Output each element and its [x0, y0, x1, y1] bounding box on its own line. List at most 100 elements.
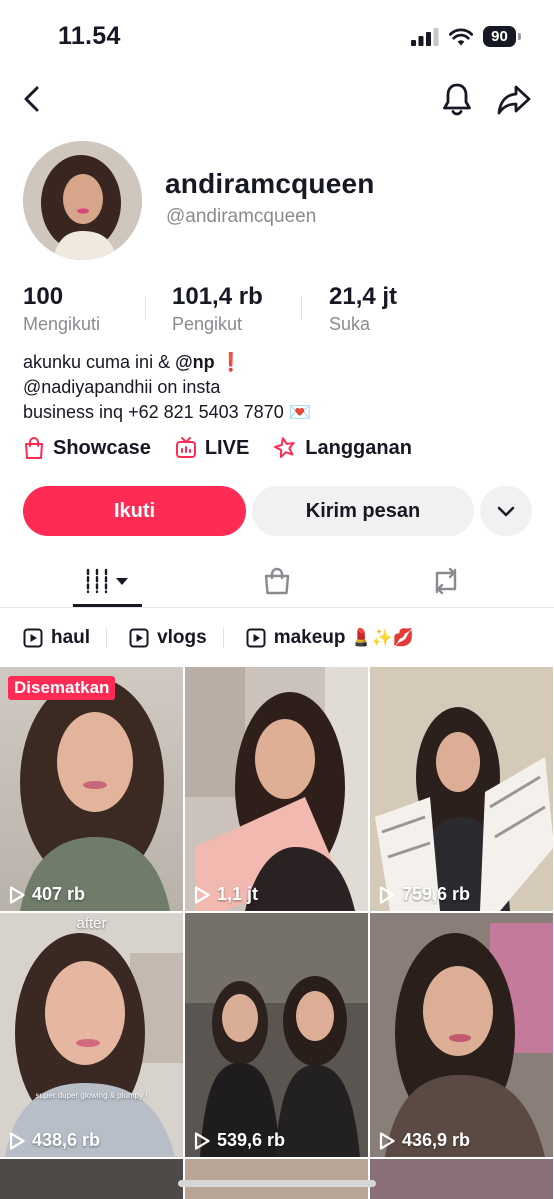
video-thumbnail-image: [370, 667, 553, 911]
suggested-accounts-button[interactable]: [480, 486, 532, 536]
bio-line-2: @nadiyapandhii on insta: [23, 377, 221, 397]
chevron-down-icon: [497, 506, 515, 517]
playlist-play-icon: [129, 628, 149, 648]
video-thumbnail[interactable]: [370, 1159, 553, 1199]
send-message-button[interactable]: Kirim pesan: [252, 486, 474, 536]
video-thumbnail-image: [370, 913, 553, 1157]
showcase-link[interactable]: Showcase: [23, 436, 151, 460]
stat-label: Suka: [329, 314, 371, 334]
video-thumbnail[interactable]: 1,1 jt: [185, 667, 368, 911]
avatar-photo: [23, 141, 142, 260]
play-outline-icon: [194, 1131, 210, 1150]
playlist-emoji: 💄✨💋: [350, 628, 415, 648]
subscription-link[interactable]: Langganan: [273, 436, 412, 460]
bio-text: akunku cuma ini &: [23, 352, 176, 372]
bio-line-1: akunku cuma ini & @np ❗: [23, 350, 311, 375]
view-count: 759,6 rb: [378, 884, 470, 905]
shop-bag-icon: [264, 567, 290, 595]
video-thumbnail[interactable]: 539,6 rb: [185, 913, 368, 1157]
video-thumbnail[interactable]: [0, 1159, 183, 1199]
video-overlay-text: after: [76, 915, 107, 932]
battery-indicator: 90: [483, 26, 521, 47]
view-count-value: 539,6 rb: [217, 1130, 286, 1150]
stat-following[interactable]: 100 Mengikuti: [23, 283, 100, 335]
view-count: 1,1 jt: [193, 884, 258, 905]
username-handle: @andiramcqueen: [166, 206, 317, 227]
home-indicator[interactable]: [178, 1180, 376, 1187]
link-label: Langganan: [305, 436, 412, 459]
status-icons: 90: [411, 26, 521, 47]
stat-value: 100: [23, 283, 64, 310]
playlist-label: vlogs: [157, 627, 207, 648]
playlist-label: makeup: [273, 627, 346, 648]
bio-text: business inq +62 821 5403 7870: [23, 402, 284, 422]
repost-icon: [435, 567, 457, 595]
video-thumbnail[interactable]: 436,9 rb: [370, 913, 553, 1157]
video-thumbnail-image: [185, 913, 368, 1157]
subscription-star-icon: [274, 437, 295, 459]
play-outline-icon: [9, 1131, 25, 1150]
shopping-bag-icon: [25, 437, 43, 459]
view-count: 407 rb: [8, 884, 85, 905]
playlist-play-icon: [246, 628, 266, 648]
video-thumbnail[interactable]: 759,6 rb: [370, 667, 553, 911]
video-thumbnail[interactable]: after super duper glowing & plumpy ! 438…: [0, 913, 183, 1157]
stat-label: Mengikuti: [23, 314, 101, 334]
view-count: 539,6 rb: [193, 1130, 285, 1151]
link-label: Showcase: [53, 436, 151, 459]
tab-shop[interactable]: [185, 555, 369, 607]
content-tabs: [0, 555, 554, 608]
play-outline-icon: [194, 885, 210, 904]
bio-line-3: business inq +62 821 5403 7870 💌: [23, 400, 311, 425]
playlist-vlogs[interactable]: vlogs: [129, 627, 207, 649]
video-thumbnail-image: [0, 667, 183, 911]
stat-value: 21,4 jt: [329, 283, 398, 310]
video-thumbnail[interactable]: [185, 1159, 368, 1199]
avatar[interactable]: [23, 141, 142, 260]
stat-divider: [301, 296, 302, 320]
play-outline-icon: [379, 885, 395, 904]
view-count: 436,9 rb: [378, 1130, 470, 1151]
stat-label: Pengikut: [172, 314, 243, 334]
grid-icon: [86, 568, 128, 594]
bell-icon: [443, 83, 471, 116]
playlist-divider: [106, 628, 108, 648]
view-count: 438,6 rb: [8, 1130, 100, 1151]
profile-bio: akunku cuma ini & @np ❗ @nadiyapandhii o…: [23, 350, 311, 425]
active-tab-indicator: [73, 604, 142, 607]
top-nav: [0, 74, 554, 124]
playlist-divider: [222, 628, 224, 648]
tab-reposts[interactable]: [354, 555, 538, 607]
stat-followers[interactable]: 101,4 rb Pengikut: [172, 283, 263, 335]
bio-mention-link[interactable]: @np: [175, 352, 215, 372]
profile-links: Showcase LIVE Langganan: [23, 434, 436, 462]
live-link[interactable]: LIVE: [175, 436, 249, 460]
status-bar: 11.54 90: [0, 0, 554, 74]
love-letter-emoji: 💌: [288, 402, 312, 423]
display-name: andiramcqueen: [165, 168, 375, 199]
view-count-value: 759,6 rb: [402, 884, 471, 904]
profile-stats: 100 Mengikuti 101,4 rb Pengikut 21,4 jt …: [23, 283, 543, 335]
notification-button[interactable]: [440, 80, 474, 118]
video-caption-text: super duper glowing & plumpy !: [35, 1091, 148, 1100]
playlist-haul[interactable]: haul: [23, 627, 90, 649]
video-thumbnail-image: [185, 667, 368, 911]
play-outline-icon: [9, 885, 25, 904]
battery-level: 90: [491, 28, 508, 45]
exclamation-emoji: ❗: [219, 352, 243, 373]
share-button[interactable]: [496, 80, 532, 118]
back-button[interactable]: [18, 82, 48, 116]
playlist-label: haul: [51, 627, 91, 648]
playlist-makeup[interactable]: makeup 💄✨💋: [246, 627, 414, 649]
stat-value: 101,4 rb: [172, 283, 263, 310]
chevron-left-icon: [24, 86, 39, 112]
wifi-icon: [449, 28, 473, 45]
video-thumbnail-image: [0, 913, 183, 1157]
pinned-badge: Disematkan: [8, 676, 116, 700]
stat-likes[interactable]: 21,4 jt Suka: [329, 283, 397, 335]
stat-divider: [145, 296, 146, 320]
follow-button[interactable]: Ikuti: [23, 486, 246, 536]
status-time: 11.54: [58, 22, 121, 50]
video-thumbnail[interactable]: Disematkan 407 rb: [0, 667, 183, 911]
tab-videos[interactable]: [16, 555, 200, 607]
